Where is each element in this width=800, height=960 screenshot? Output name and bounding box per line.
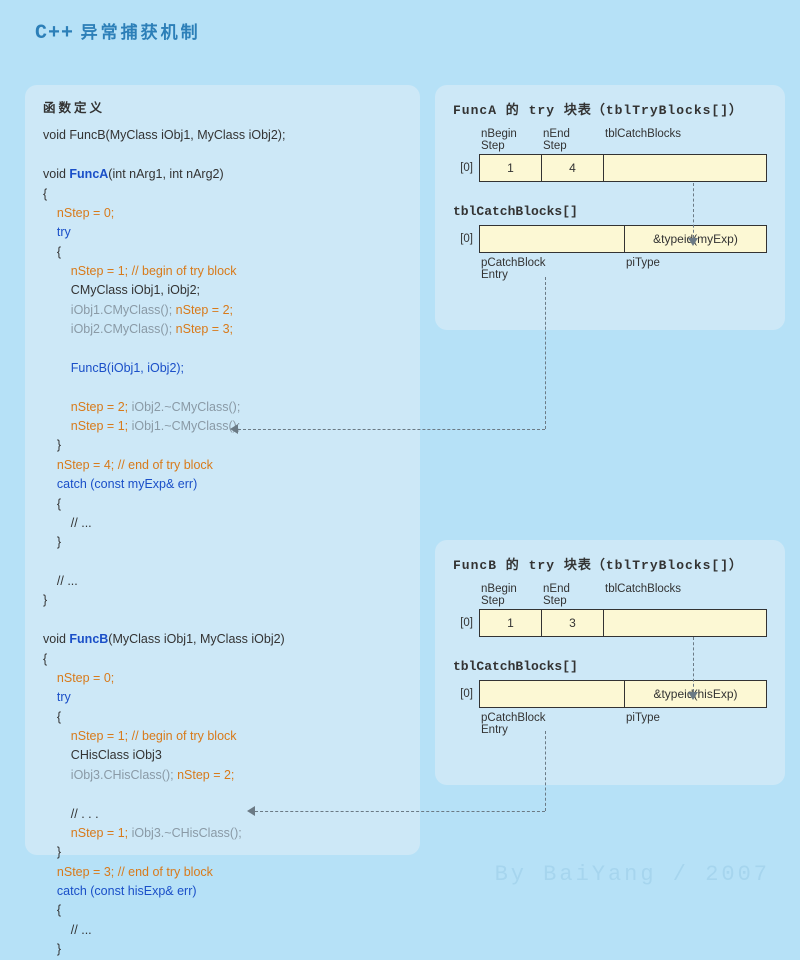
tbl-b-row: [0] 1 3 [453, 609, 767, 637]
decl-funcb: void FuncB(MyClass iObj1, MyClass iObj2)… [43, 128, 285, 142]
cell-pitype: &typeid(myExp) [624, 225, 767, 253]
panel-b-heading: FuncB 的 try 块表（tblTryBlocks[]） [453, 554, 767, 573]
cell-entry [479, 225, 624, 253]
tbl-a-sublabels: pCatchBlock Entry piType [481, 257, 767, 281]
panel-funca-tryblocks: FuncA 的 try 块表（tblTryBlocks[]） nBegin St… [435, 85, 785, 330]
tbl-a-labels: nBegin Step nEnd Step tblCatchBlocks [481, 128, 767, 152]
code-heading: 函数定义 [43, 99, 402, 118]
fn-funcb: FuncB [69, 632, 108, 646]
code-block: void FuncB(MyClass iObj1, MyClass iObj2)… [43, 126, 402, 959]
attribution: By BaiYang / 2007 [495, 862, 770, 887]
panel-a-subheading: tblCatchBlocks[] [453, 204, 767, 219]
tbl-b-row2: [0] &typeid(hisExp) [453, 680, 767, 708]
tbl-a-row: [0] 1 4 [453, 154, 767, 182]
panel-a-heading: FuncA 的 try 块表（tblTryBlocks[]） [453, 99, 767, 118]
cell-nbegin: 1 [479, 154, 541, 182]
cell-nend: 4 [541, 154, 603, 182]
fn-funca: FuncA [69, 167, 108, 181]
panel-b-subheading: tblCatchBlocks[] [453, 659, 767, 674]
tbl-b-labels: nBegin Step nEnd Step tblCatchBlocks [481, 583, 767, 607]
cell-entry [479, 680, 624, 708]
cell-catchblocks [603, 154, 767, 182]
cell-catchblocks [603, 609, 767, 637]
cell-pitype: &typeid(hisExp) [624, 680, 767, 708]
title-cpp: C++ [35, 22, 74, 45]
tbl-a-row2: [0] &typeid(myExp) [453, 225, 767, 253]
cell-nbegin: 1 [479, 609, 541, 637]
tbl-b-sublabels: pCatchBlock Entry piType [481, 712, 767, 736]
cell-nend: 3 [541, 609, 603, 637]
title-han: 异常捕获机制 [81, 23, 201, 42]
panel-funcb-tryblocks: FuncB 的 try 块表（tblTryBlocks[]） nBegin St… [435, 540, 785, 785]
code-panel: 函数定义 void FuncB(MyClass iObj1, MyClass i… [25, 85, 420, 855]
page-title: C++ 异常捕获机制 [35, 18, 201, 45]
